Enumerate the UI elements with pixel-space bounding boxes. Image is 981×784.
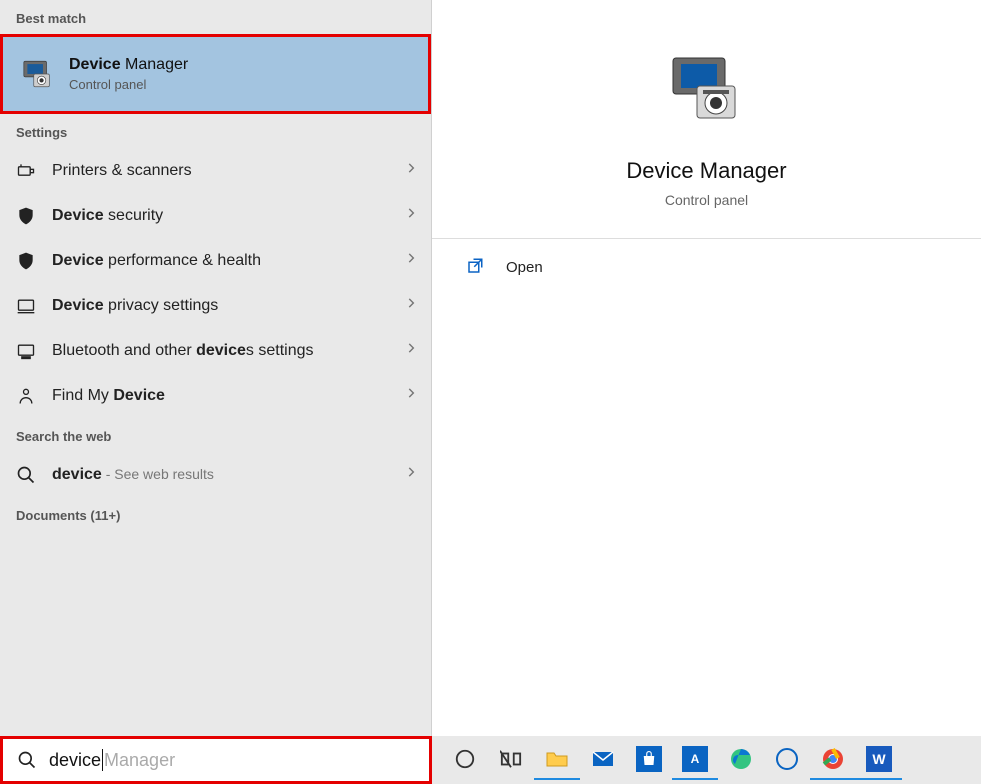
device-manager-icon-large (667, 48, 747, 128)
chevron-right-icon (403, 341, 419, 360)
chevron-right-icon (403, 161, 419, 180)
settings-item-label: Bluetooth and other devices settings (52, 342, 403, 360)
taskbar-dell[interactable] (764, 740, 810, 780)
search-autocomplete-hint: Manager (104, 750, 175, 771)
preview-pane: Device Manager Control panel Open (432, 0, 981, 736)
settings-item-label: Find My Device (52, 387, 403, 405)
preview-header: Device Manager Control panel (432, 0, 981, 239)
settings-item-icon (16, 161, 36, 181)
search-icon (16, 465, 36, 485)
settings-item-label: Device security (52, 207, 403, 225)
taskbar-mail[interactable] (580, 740, 626, 780)
preview-action-label: Open (506, 259, 543, 276)
settings-result-item[interactable]: Bluetooth and other devices settings (0, 328, 431, 373)
settings-result-item[interactable]: Device security (0, 193, 431, 238)
search-results-panel: Best match Device Manager Control panel … (0, 0, 432, 736)
search-input[interactable]: device Manager (0, 736, 432, 784)
preview-subtitle: Control panel (665, 192, 748, 208)
taskbar: A W (432, 736, 981, 784)
device-manager-icon (21, 57, 55, 91)
chevron-right-icon (403, 386, 419, 405)
section-header-documents: Documents (11+) (0, 497, 431, 531)
settings-item-icon (16, 341, 36, 361)
settings-item-label: Device privacy settings (52, 297, 403, 315)
taskbar-app-blue[interactable]: A (672, 740, 718, 780)
section-header-web: Search the web (0, 418, 431, 452)
settings-result-item[interactable]: Find My Device (0, 373, 431, 418)
settings-result-item[interactable]: Device privacy settings (0, 283, 431, 328)
chevron-right-icon (403, 465, 419, 484)
section-header-best-match: Best match (0, 0, 431, 34)
taskbar-store[interactable] (626, 740, 672, 780)
section-header-settings: Settings (0, 114, 431, 148)
settings-result-item[interactable]: Printers & scanners (0, 148, 431, 193)
search-typed-text: device (49, 750, 101, 771)
settings-item-icon (16, 386, 36, 406)
web-search-result[interactable]: device - See web results (0, 452, 431, 497)
taskbar-cortana[interactable] (442, 740, 488, 780)
search-icon (17, 750, 37, 770)
settings-item-icon (16, 296, 36, 316)
chevron-right-icon (403, 206, 419, 225)
open-icon (466, 257, 486, 277)
preview-title: Device Manager (626, 158, 786, 184)
chevron-right-icon (403, 296, 419, 315)
taskbar-word[interactable]: W (856, 740, 902, 780)
settings-results-list: Printers & scanners Device security Device… (0, 148, 431, 418)
best-match-result[interactable]: Device Manager Control panel (0, 34, 431, 114)
settings-item-icon (16, 251, 36, 271)
taskbar-file-explorer[interactable] (534, 740, 580, 780)
taskbar-task-view[interactable] (488, 740, 534, 780)
preview-action-open[interactable]: Open (432, 239, 981, 295)
best-match-text: Device Manager Control panel (69, 54, 188, 93)
settings-item-icon (16, 206, 36, 226)
taskbar-chrome[interactable] (810, 740, 856, 780)
settings-item-label: Device performance & health (52, 252, 403, 270)
taskbar-edge[interactable] (718, 740, 764, 780)
chevron-right-icon (403, 251, 419, 270)
settings-item-label: Printers & scanners (52, 162, 403, 180)
settings-result-item[interactable]: Device performance & health (0, 238, 431, 283)
